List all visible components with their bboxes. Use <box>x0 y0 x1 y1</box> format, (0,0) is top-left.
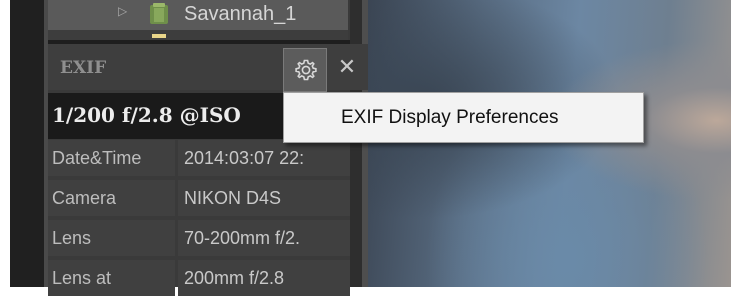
table-row: Date&Time 2014:03:07 22: <box>48 140 350 176</box>
exif-key: Date&Time <box>48 140 175 176</box>
exif-key: Lens <box>48 220 175 256</box>
folder-label: Savannah_1 <box>184 3 297 25</box>
window-edge <box>0 0 10 287</box>
table-row: Lens 70-200mm f/2. <box>48 220 350 256</box>
exif-value: 2014:03:07 22: <box>178 140 350 176</box>
exif-panel-title: EXIF <box>60 58 107 78</box>
folder-tree-item-next[interactable] <box>48 30 348 40</box>
close-icon[interactable]: ✕ <box>335 54 359 82</box>
folder-tab-icon <box>152 34 166 38</box>
exif-value: 70-200mm f/2. <box>178 220 350 256</box>
exif-value: 200mm f/2.8 <box>178 260 350 296</box>
menu-icon-gutter <box>286 95 316 140</box>
exif-key: Lens at <box>48 260 175 296</box>
table-row: Lens at 200mm f/2.8 <box>48 260 350 296</box>
exposure-summary: 1/200 f/2.8 @ISO <box>52 103 241 127</box>
exif-settings-button[interactable] <box>283 48 327 92</box>
side-rail <box>10 0 44 287</box>
table-row: Camera NIKON D4S <box>48 180 350 216</box>
context-menu: EXIF Display Preferences <box>283 92 644 143</box>
expand-arrow-icon[interactable]: ▷ <box>118 4 127 18</box>
folder-icon <box>148 2 170 25</box>
image-preview[interactable] <box>368 0 731 287</box>
exif-key: Camera <box>48 180 175 216</box>
menu-item-exif-display-preferences[interactable]: EXIF Display Preferences <box>341 93 559 142</box>
exif-value: NIKON D4S <box>178 180 350 216</box>
